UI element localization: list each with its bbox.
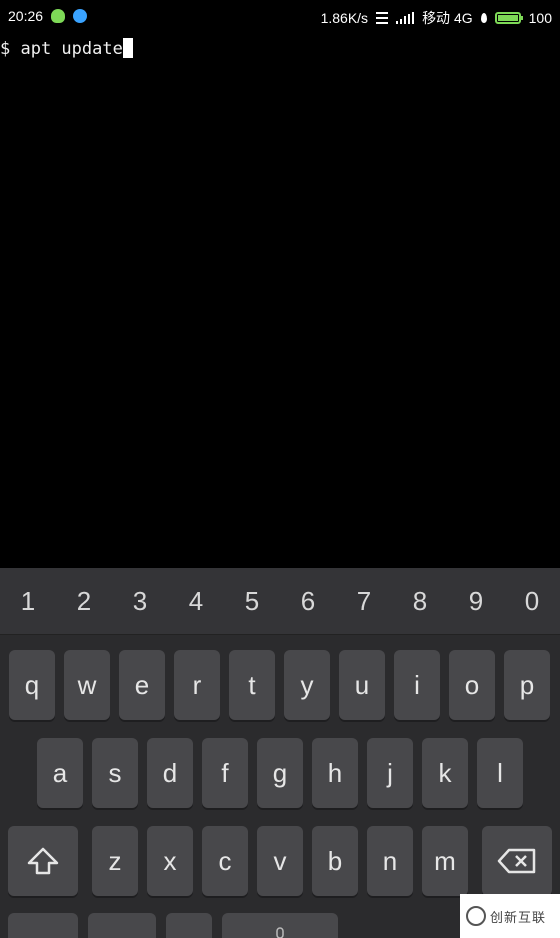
menu-icon (376, 12, 389, 24)
letter-key-o[interactable]: o (449, 650, 495, 720)
text-cursor (122, 38, 133, 58)
letter-key-b[interactable]: b (312, 826, 358, 896)
letter-key-k[interactable]: k (422, 738, 468, 808)
shift-key[interactable] (8, 826, 78, 896)
letter-key-t[interactable]: t (229, 650, 275, 720)
number-key-8[interactable]: 8 (392, 568, 448, 634)
phone-screen: 20:26 1.86K/s 移动 4G 100 $ apt update 123… (0, 0, 560, 938)
letter-key-p[interactable]: p (504, 650, 550, 720)
comma-key[interactable] (166, 913, 212, 938)
letter-key-i[interactable]: i (394, 650, 440, 720)
battery-percent: 100 (528, 10, 552, 26)
backspace-icon (497, 848, 536, 874)
status-time: 20:26 (8, 8, 44, 24)
status-left: 20:26 (8, 8, 88, 24)
letter-key-e[interactable]: e (119, 650, 165, 720)
letter-key-m[interactable]: m (422, 826, 468, 896)
watermark-logo: 创新互联 (460, 894, 560, 938)
terminal-area[interactable]: $ apt update (0, 32, 560, 568)
carrier-label: 移动 4G (422, 10, 473, 26)
number-key-4[interactable]: 4 (168, 568, 224, 634)
letter-key-v[interactable]: v (257, 826, 303, 896)
prompt: $ (0, 39, 21, 59)
location-icon (480, 13, 487, 23)
symbols-key[interactable] (8, 913, 78, 938)
letter-key-d[interactable]: d (147, 738, 193, 808)
microphone-icon (276, 927, 284, 938)
space-key[interactable] (222, 913, 338, 938)
number-key-6[interactable]: 6 (280, 568, 336, 634)
letter-key-f[interactable]: f (202, 738, 248, 808)
emoji-key[interactable] (88, 913, 156, 938)
letter-key-h[interactable]: h (312, 738, 358, 808)
wechat-icon (51, 9, 66, 23)
letter-key-q[interactable]: q (9, 650, 55, 720)
letter-key-l[interactable]: l (477, 738, 523, 808)
letter-key-x[interactable]: x (147, 826, 193, 896)
network-speed: 1.86K/s (320, 10, 369, 26)
letter-key-g[interactable]: g (257, 738, 303, 808)
command-text: apt update (20, 39, 123, 59)
soft-keyboard: 1234567890 qwertyuiop asdfghjkl zxcvbnm (0, 568, 560, 938)
letter-key-r[interactable]: r (174, 650, 220, 720)
number-row: 1234567890 (0, 568, 560, 635)
battery-fill (497, 15, 518, 21)
letter-key-z[interactable]: z (92, 826, 138, 896)
watermark-text: 创新互联 (490, 909, 547, 925)
qq-icon (73, 9, 88, 23)
command-line[interactable]: $ apt update (0, 38, 133, 59)
letter-key-c[interactable]: c (202, 826, 248, 896)
number-key-9[interactable]: 9 (448, 568, 504, 634)
signal-icon (396, 12, 415, 24)
letter-key-u[interactable]: u (339, 650, 385, 720)
battery-icon (494, 12, 523, 24)
status-bar: 20:26 1.86K/s 移动 4G 100 (0, 0, 560, 32)
backspace-key[interactable] (482, 826, 552, 896)
shift-icon (27, 847, 59, 875)
number-key-0[interactable]: 0 (504, 568, 560, 634)
letter-key-y[interactable]: y (284, 650, 330, 720)
letter-key-j[interactable]: j (367, 738, 413, 808)
number-key-7[interactable]: 7 (336, 568, 392, 634)
letter-key-a[interactable]: a (37, 738, 83, 808)
status-right: 1.86K/s 移动 4G 100 (321, 8, 552, 28)
letter-key-n[interactable]: n (367, 826, 413, 896)
watermark-icon (466, 906, 486, 926)
number-key-3[interactable]: 3 (112, 568, 168, 634)
number-key-5[interactable]: 5 (224, 568, 280, 634)
letter-key-w[interactable]: w (64, 650, 110, 720)
number-key-2[interactable]: 2 (56, 568, 112, 634)
letter-key-s[interactable]: s (92, 738, 138, 808)
number-key-1[interactable]: 1 (0, 568, 56, 634)
